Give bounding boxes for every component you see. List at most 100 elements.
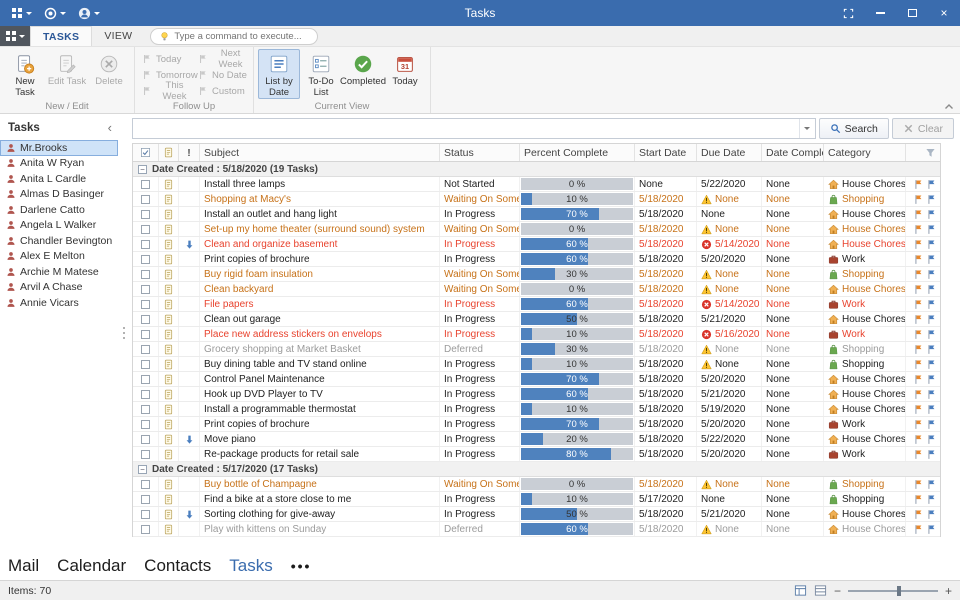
nav-calendar[interactable]: Calendar: [57, 556, 126, 576]
subject-cell[interactable]: Install three lamps: [200, 177, 440, 191]
date-complete-cell[interactable]: None: [762, 312, 824, 326]
category-cell[interactable]: Shopping: [824, 357, 906, 371]
follow-up-flag-icon[interactable]: [913, 284, 924, 295]
blue-flag-icon[interactable]: [926, 449, 937, 460]
percent-complete-cell[interactable]: 0 %: [520, 477, 635, 491]
start-date-cell[interactable]: 5/18/2020: [635, 522, 697, 536]
completed-button[interactable]: Completed: [342, 49, 384, 99]
subject-cell[interactable]: File papers: [200, 297, 440, 311]
follow-up-flag-icon[interactable]: [913, 509, 924, 520]
category-cell[interactable]: Work: [824, 327, 906, 341]
group-row[interactable]: −Date Created : 5/18/2020 (19 Tasks): [133, 162, 940, 177]
blue-flag-icon[interactable]: [926, 284, 937, 295]
category-cell[interactable]: Shopping: [824, 267, 906, 281]
delete-button[interactable]: Delete: [88, 49, 130, 99]
sidebar-item[interactable]: Anita L Cardle: [0, 171, 118, 187]
date-complete-cell[interactable]: None: [762, 402, 824, 416]
sidebar-item[interactable]: Annie Vicars: [0, 295, 118, 311]
task-row[interactable]: Buy bottle of ChampagneWaiting On Some..…: [133, 477, 940, 492]
percent-complete-cell[interactable]: 70 %: [520, 417, 635, 431]
zoom-slider-thumb[interactable]: [897, 586, 901, 596]
row-checkbox[interactable]: [141, 360, 150, 369]
due-date-cell[interactable]: 5/22/2020: [697, 432, 762, 446]
status-cell[interactable]: In Progress: [440, 507, 520, 521]
start-date-cell[interactable]: 5/18/2020: [635, 447, 697, 461]
due-date-cell[interactable]: 5/21/2020: [697, 507, 762, 521]
task-row[interactable]: Clean and organize basementIn Progress60…: [133, 237, 940, 252]
percent-complete-cell[interactable]: 70 %: [520, 372, 635, 386]
blue-flag-icon[interactable]: [926, 299, 937, 310]
follow-up-flag-icon[interactable]: [913, 419, 924, 430]
row-checkbox[interactable]: [141, 195, 150, 204]
category-cell[interactable]: Work: [824, 447, 906, 461]
edit-task-button[interactable]: Edit Task: [46, 49, 88, 99]
due-date-cell[interactable]: 5/21/2020: [697, 387, 762, 401]
row-checkbox[interactable]: [141, 270, 150, 279]
status-cell[interactable]: In Progress: [440, 402, 520, 416]
header-filter-column[interactable]: [906, 144, 940, 161]
due-date-cell[interactable]: None: [697, 357, 762, 371]
due-date-cell[interactable]: 5/20/2020: [697, 252, 762, 266]
status-cell[interactable]: Waiting On Some...: [440, 222, 520, 236]
row-checkbox[interactable]: [141, 450, 150, 459]
row-checkbox[interactable]: [141, 180, 150, 189]
header-select-column[interactable]: [133, 144, 159, 161]
task-row[interactable]: Buy dining table and TV stand onlineIn P…: [133, 357, 940, 372]
row-select-cell[interactable]: [133, 342, 159, 356]
percent-complete-cell[interactable]: 50 %: [520, 312, 635, 326]
tab-tasks[interactable]: TASKS: [30, 26, 92, 46]
flag-cell[interactable]: [906, 192, 940, 206]
row-select-cell[interactable]: [133, 492, 159, 506]
list-by-date-button[interactable]: List by Date: [258, 49, 300, 99]
start-date-cell[interactable]: 5/18/2020: [635, 237, 697, 251]
subject-cell[interactable]: Set-up my home theater (surround sound) …: [200, 222, 440, 236]
subject-cell[interactable]: Buy bottle of Champagne: [200, 477, 440, 491]
percent-complete-cell[interactable]: 70 %: [520, 207, 635, 221]
row-select-cell[interactable]: [133, 297, 159, 311]
follow-up-today-button[interactable]: Today: [139, 51, 193, 67]
search-combo[interactable]: [132, 118, 816, 139]
start-date-cell[interactable]: 5/18/2020: [635, 327, 697, 341]
minimize-button[interactable]: [864, 0, 896, 26]
row-checkbox[interactable]: [141, 240, 150, 249]
row-checkbox[interactable]: [141, 330, 150, 339]
blue-flag-icon[interactable]: [926, 374, 937, 385]
search-input[interactable]: [133, 119, 799, 138]
category-cell[interactable]: Shopping: [824, 192, 906, 206]
due-date-cell[interactable]: None: [697, 222, 762, 236]
percent-complete-cell[interactable]: 10 %: [520, 192, 635, 206]
task-row[interactable]: Print copies of brochureIn Progress70 %5…: [133, 417, 940, 432]
blue-flag-icon[interactable]: [926, 254, 937, 265]
date-complete-cell[interactable]: None: [762, 207, 824, 221]
clear-button[interactable]: Clear: [892, 118, 954, 139]
due-date-cell[interactable]: None: [697, 522, 762, 536]
row-select-cell[interactable]: [133, 252, 159, 266]
status-cell[interactable]: Deferred: [440, 522, 520, 536]
subject-cell[interactable]: Install a programmable thermostat: [200, 402, 440, 416]
blue-flag-icon[interactable]: [926, 509, 937, 520]
percent-complete-cell[interactable]: 60 %: [520, 387, 635, 401]
subject-cell[interactable]: Clean backyard: [200, 282, 440, 296]
flag-cell[interactable]: [906, 432, 940, 446]
subject-cell[interactable]: Play with kittens on Sunday: [200, 522, 440, 536]
due-date-cell[interactable]: None: [697, 477, 762, 491]
start-date-cell[interactable]: 5/18/2020: [635, 267, 697, 281]
row-checkbox[interactable]: [141, 375, 150, 384]
status-cell[interactable]: Not Started: [440, 177, 520, 191]
start-date-cell[interactable]: 5/18/2020: [635, 432, 697, 446]
subject-cell[interactable]: Sorting clothing for give-away: [200, 507, 440, 521]
flag-cell[interactable]: [906, 447, 940, 461]
status-cell[interactable]: In Progress: [440, 492, 520, 506]
category-cell[interactable]: House Chores: [824, 507, 906, 521]
header-date-complete[interactable]: Date Complet: [762, 144, 824, 161]
blue-flag-icon[interactable]: [926, 404, 937, 415]
start-date-cell[interactable]: 5/18/2020: [635, 357, 697, 371]
row-checkbox[interactable]: [141, 390, 150, 399]
start-date-cell[interactable]: 5/18/2020: [635, 342, 697, 356]
sidebar-item[interactable]: Mr.Brooks: [0, 140, 118, 156]
subject-cell[interactable]: Find a bike at a store close to me: [200, 492, 440, 506]
status-cell[interactable]: Waiting On Some...: [440, 477, 520, 491]
row-select-cell[interactable]: [133, 477, 159, 491]
date-complete-cell[interactable]: None: [762, 357, 824, 371]
category-cell[interactable]: Shopping: [824, 477, 906, 491]
